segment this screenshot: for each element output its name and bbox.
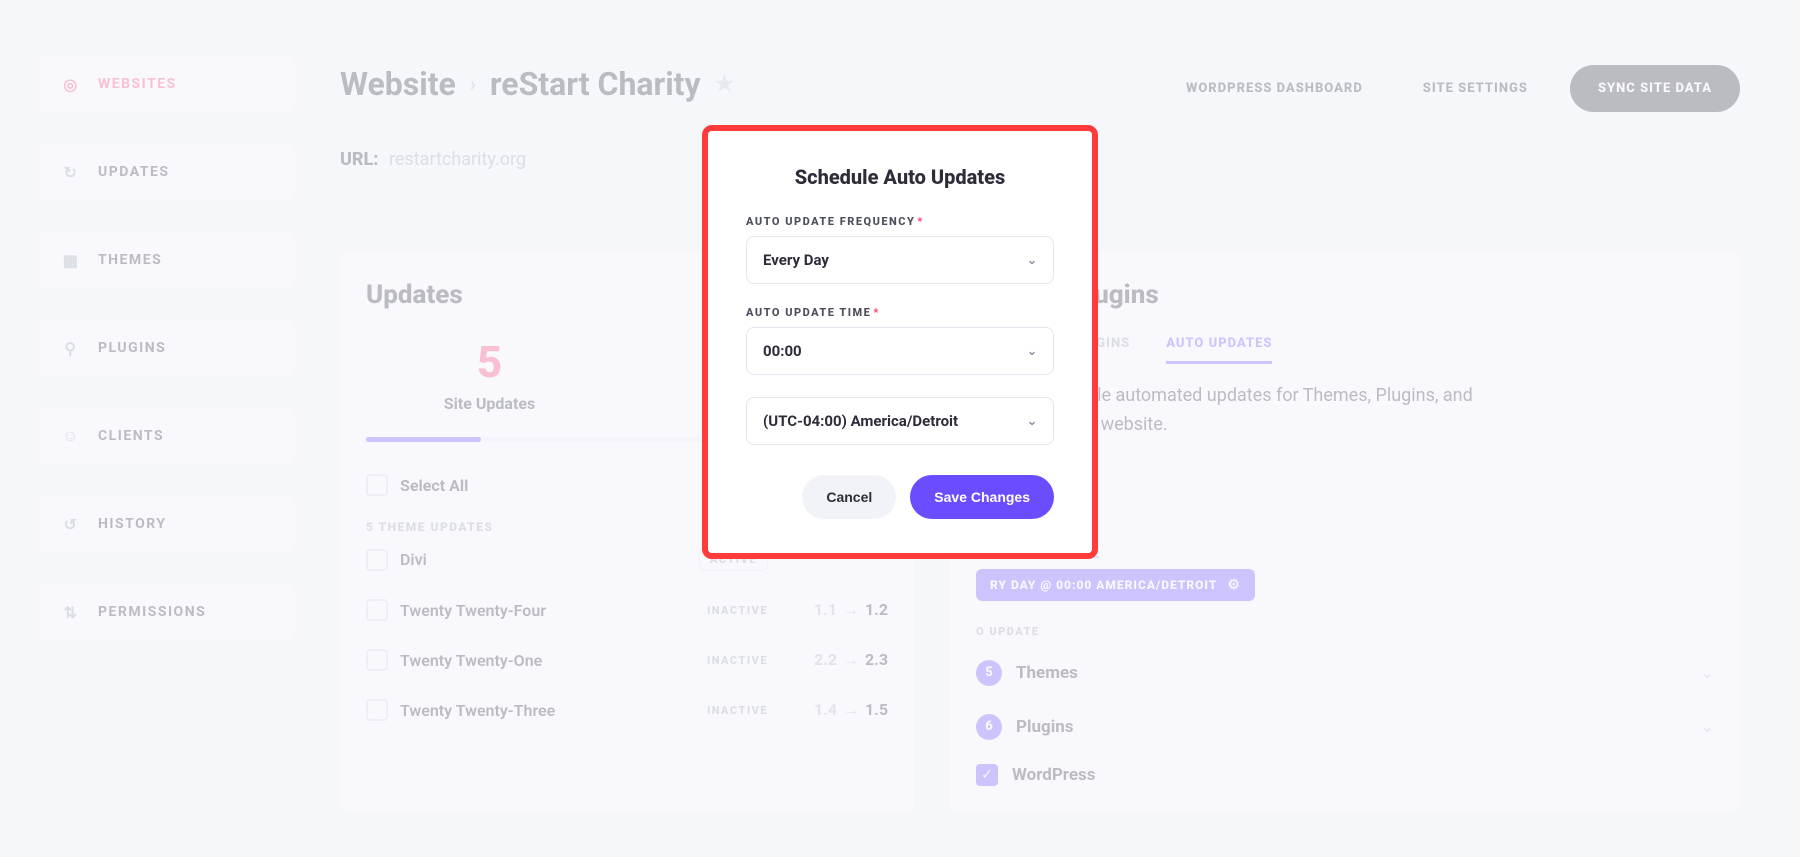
timezone-select[interactable]: (UTC-04:00) America/Detroit ⌄ <box>746 397 1054 445</box>
time-select[interactable]: 00:00 ⌄ <box>746 327 1054 375</box>
frequency-value: Every Day <box>763 251 829 269</box>
time-value: 00:00 <box>763 342 802 360</box>
modal-highlight-frame: Schedule Auto Updates AUTO UPDATE FREQUE… <box>702 125 1098 559</box>
frequency-label: AUTO UPDATE FREQUENCY* <box>746 215 1054 228</box>
time-label: AUTO UPDATE TIME* <box>746 306 1054 319</box>
required-icon: * <box>873 306 880 319</box>
chevron-down-icon: ⌄ <box>1027 253 1037 267</box>
frequency-select[interactable]: Every Day ⌄ <box>746 236 1054 284</box>
modal-overlay: Schedule Auto Updates AUTO UPDATE FREQUE… <box>0 0 1800 857</box>
cancel-button[interactable]: Cancel <box>802 475 896 519</box>
timezone-value: (UTC-04:00) America/Detroit <box>763 412 958 430</box>
chevron-down-icon: ⌄ <box>1027 414 1037 428</box>
required-icon: * <box>917 215 924 228</box>
save-changes-button[interactable]: Save Changes <box>910 475 1054 519</box>
chevron-down-icon: ⌄ <box>1027 344 1037 358</box>
modal-title: Schedule Auto Updates <box>746 165 1054 189</box>
schedule-auto-updates-modal: Schedule Auto Updates AUTO UPDATE FREQUE… <box>708 131 1092 553</box>
